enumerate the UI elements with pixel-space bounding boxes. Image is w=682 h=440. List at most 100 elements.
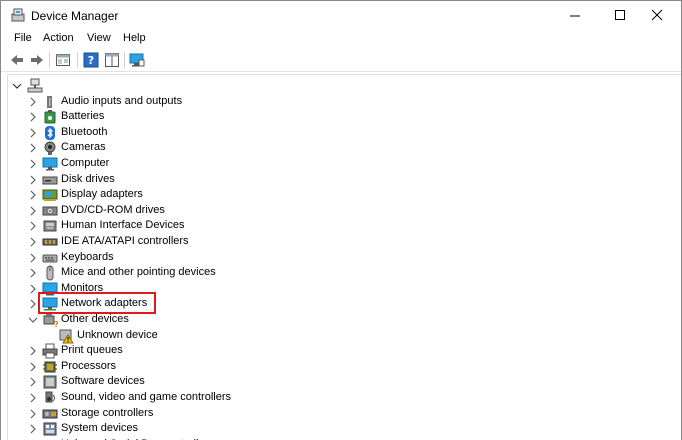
tree-item-print-queues[interactable]: Print queues [8,343,668,359]
tree-item-label: Batteries [61,110,105,123]
chevron-right-icon[interactable] [28,175,38,185]
battery-icon [44,110,56,124]
menu-view[interactable]: View [87,32,111,44]
chevron-right-icon[interactable] [28,237,38,247]
tree-item-storage-controllers[interactable]: Storage controllers [8,406,668,422]
bluetooth-icon [45,125,55,140]
tree-item-disk-drives[interactable]: Disk drives [8,172,668,188]
close-icon [651,9,663,21]
chevron-right-icon[interactable] [28,393,38,403]
chevron-right-icon[interactable] [28,299,38,309]
tree-item-unknown-device[interactable]: Unknown device [8,328,668,344]
close-button[interactable] [636,1,681,30]
minimize-button[interactable] [555,1,601,30]
tree-item-label: Software devices [61,375,145,388]
chevron-right-icon[interactable] [28,268,38,278]
device-tree[interactable]: Audio inputs and outputs Batteries Bluetoo… [7,74,681,440]
tree-item-label: Computer [61,156,110,169]
device-manager-app-icon [11,8,25,22]
window-title: Device Manager [31,9,119,23]
tree-item-computer[interactable]: Computer [8,156,668,172]
tree-root-row[interactable] [8,78,668,94]
tree-item-processors[interactable]: Processors [8,359,668,375]
tree-item-system-devices[interactable]: System devices [8,421,668,437]
tree-item-label: DVD/CD-ROM drives [61,203,165,216]
tree-item-dvd-cd-rom-drives[interactable]: DVD/CD-ROM drives [8,203,668,219]
scan-hardware-monitor-icon[interactable] [129,52,145,68]
disk-drive-icon [42,176,58,184]
help-icon[interactable]: ? [83,52,99,68]
dvd-drive-icon [42,206,58,216]
tree-item-label: Storage controllers [61,406,154,419]
chevron-right-icon[interactable] [28,284,38,294]
tree-item-human-interface-devices[interactable]: Human Interface Devices [8,218,668,234]
chevron-right-icon[interactable] [28,128,38,138]
tree-item-label: IDE ATA/ATAPI controllers [61,234,189,247]
chevron-right-icon[interactable] [28,143,38,153]
tree-item-label: Display adapters [61,188,143,201]
minimize-icon [570,15,580,17]
sound-controller-icon [45,391,55,403]
menu-file[interactable]: File [14,32,32,44]
properties-window-icon[interactable] [55,52,71,68]
chevron-right-icon[interactable] [28,346,38,356]
printer-icon [42,343,58,359]
tree-item-display-adapters[interactable]: Display adapters [8,187,668,203]
tree-item-mice-and-other-pointing-devices[interactable]: Mice and other pointing devices [8,265,668,281]
tree-item-label: Other devices [61,312,129,325]
tree-item-label: Print queues [61,344,123,357]
tree-item-label: System devices [61,422,139,435]
tree-item-label: Audio inputs and outputs [61,94,183,107]
menu-bar: File Action View Help [1,30,681,49]
tree-item-other-devices[interactable]: ?Other devices [8,312,668,328]
chevron-right-icon[interactable] [28,221,38,231]
chevron-right-icon[interactable] [28,206,38,216]
menu-help[interactable]: Help [123,32,146,44]
toolbar: ? [1,49,681,71]
system-devices-icon [43,422,57,436]
chevron-right-icon[interactable] [28,112,38,122]
tree-item-batteries[interactable]: Batteries [8,109,668,125]
chevron-right-icon[interactable] [28,253,38,263]
toolbar-separator [49,52,50,68]
toolbar-divider [1,71,681,72]
forward-arrow-icon[interactable] [29,52,45,68]
chevron-right-icon[interactable] [28,377,38,387]
chevron-right-icon[interactable] [28,362,38,372]
software-device-icon [43,375,57,389]
chevron-down-icon[interactable] [28,315,38,325]
svg-text:?: ? [88,54,94,67]
tree-item-label: Disk drives [61,172,115,185]
tree-item-ide-ata-atapi-controllers[interactable]: IDE ATA/ATAPI controllers [8,234,668,250]
camera-icon [44,141,56,156]
network-adapters-highlight-box [38,292,156,314]
chevron-right-icon[interactable] [28,97,38,107]
tree-item-label: Mice and other pointing devices [61,266,216,279]
tree-item-audio-inputs-and-outputs[interactable]: Audio inputs and outputs [8,94,668,110]
tree-item-sound-video-and-game-controllers[interactable]: Sound, video and game controllers [8,390,668,406]
toolbar-separator [77,52,78,68]
menu-action[interactable]: Action [43,32,74,44]
ide-controller-icon [42,238,58,246]
tree-item-label: Keyboards [61,250,114,263]
storage-controller-icon [42,409,58,418]
tree-item-label: Unknown device [77,328,158,341]
tree-item-bluetooth[interactable]: Bluetooth [8,125,668,141]
details-pane-icon[interactable] [104,52,120,68]
keyboard-icon [42,254,58,262]
computer-icon [42,157,58,171]
chevron-right-icon[interactable] [28,409,38,419]
chevron-right-icon[interactable] [28,424,38,434]
title-bar[interactable]: Device Manager [1,1,681,30]
chevron-right-icon[interactable] [28,190,38,200]
mouse-icon [46,265,54,281]
computer-root-icon [27,78,43,93]
unknown-device-warning-icon [59,329,74,343]
tree-item-software-devices[interactable]: Software devices [8,374,668,390]
chevron-down-icon[interactable] [12,81,22,91]
tree-item-cameras[interactable]: Cameras [8,140,668,156]
tree-item-keyboards[interactable]: Keyboards [8,250,668,266]
toolbar-separator [124,52,125,68]
back-arrow-icon[interactable] [9,52,25,68]
chevron-right-icon[interactable] [28,159,38,169]
